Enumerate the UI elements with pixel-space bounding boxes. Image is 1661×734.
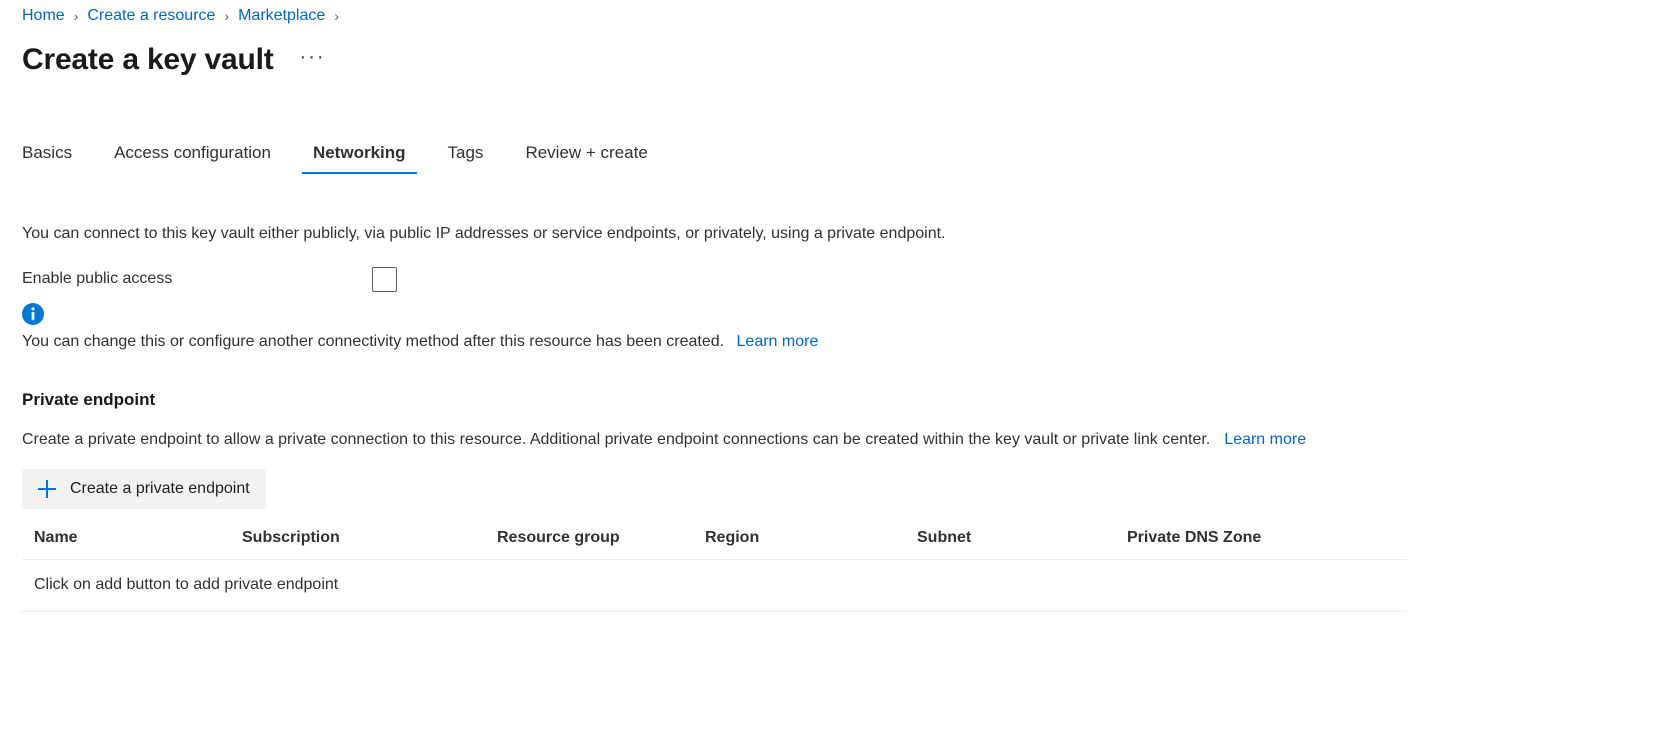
private-endpoint-description: Create a private endpoint to allow a pri… [22,429,1661,451]
public-access-info-text: You can change this or configure another… [22,331,1661,353]
tab-networking[interactable]: Networking [301,142,418,174]
plus-icon [38,480,56,498]
create-private-endpoint-button-label: Create a private endpoint [70,480,250,497]
table-empty-row: Click on add button to add private endpo… [22,559,1407,612]
page-title: Create a key vault [22,43,274,76]
tab-review-create[interactable]: Review + create [513,142,659,174]
breadcrumb-separator-icon: › [224,8,230,24]
breadcrumb-separator-icon: › [334,8,339,24]
breadcrumb-item-marketplace[interactable]: Marketplace [238,5,325,27]
learn-more-link-private-endpoint[interactable]: Learn more [1224,431,1306,448]
learn-more-link-public-access[interactable]: Learn more [737,333,819,350]
column-header-name[interactable]: Name [22,529,242,560]
column-header-region[interactable]: Region [705,529,917,560]
breadcrumb: Home › Create a resource › Marketplace › [22,0,1661,29]
tab-access-configuration[interactable]: Access configuration [102,142,283,174]
enable-public-access-label: Enable public access [22,270,173,287]
more-actions-icon[interactable]: ··· [294,47,332,73]
private-endpoint-description-text: Create a private endpoint to allow a pri… [22,431,1211,448]
enable-public-access-checkbox[interactable] [372,266,397,292]
wizard-tabs: Basics Access configuration Networking T… [22,136,1661,174]
private-endpoint-section-title: Private endpoint [22,390,156,409]
tab-label: Access configuration [114,143,271,162]
networking-intro-text: You can connect to this key vault either… [22,225,946,242]
column-header-private-dns-zone[interactable]: Private DNS Zone [1127,529,1407,560]
create-private-endpoint-button[interactable]: Create a private endpoint [22,469,266,509]
tab-label: Basics [22,143,73,162]
tab-label: Networking [312,143,406,162]
column-header-subnet[interactable]: Subnet [917,529,1127,560]
breadcrumb-separator-icon: › [73,8,79,24]
tab-tags[interactable]: Tags [436,142,496,174]
table-body: Click on add button to add private endpo… [22,559,1407,612]
table-header-row: Name Subscription Resource group Region … [22,529,1407,560]
breadcrumb-item-create-a-resource[interactable]: Create a resource [87,5,215,27]
info-icon [22,303,44,325]
enable-public-access-row: Enable public access [22,266,1661,292]
create-key-vault-page: Home › Create a resource › Marketplace ›… [0,0,1661,734]
page-header: Create a key vault ··· [22,41,1661,79]
tab-label: Tags [447,143,484,162]
info-message: You can change this or configure another… [22,333,725,350]
networking-panel: You can connect to this key vault either… [22,221,1661,612]
breadcrumb-item-home[interactable]: Home [22,5,65,27]
column-header-resource-group[interactable]: Resource group [497,529,705,560]
tab-label: Review + create [525,143,648,162]
tab-basics[interactable]: Basics [10,142,84,174]
table-header: Name Subscription Resource group Region … [22,529,1407,560]
private-endpoints-table: Name Subscription Resource group Region … [22,529,1407,612]
column-header-subscription[interactable]: Subscription [242,529,497,560]
table-empty-message: Click on add button to add private endpo… [22,559,1407,612]
public-access-info: You can change this or configure another… [22,303,1661,353]
